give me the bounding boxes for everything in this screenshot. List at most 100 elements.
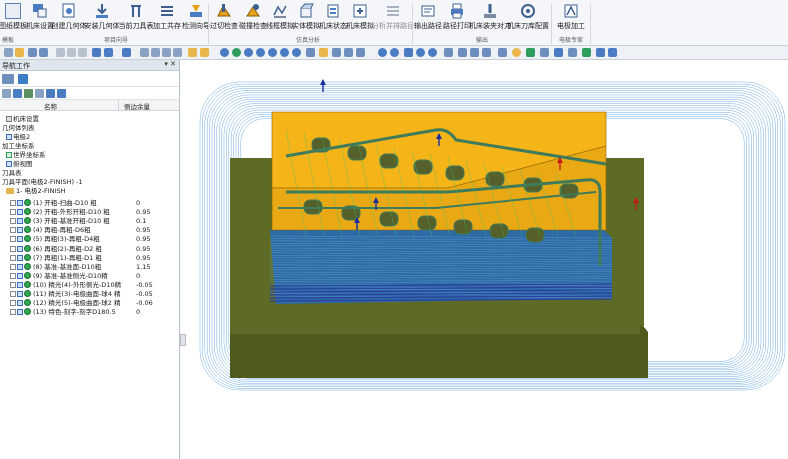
shade-icon[interactable] xyxy=(188,48,197,57)
section-icon[interactable] xyxy=(306,48,315,57)
operation-checkbox[interactable] xyxy=(10,309,16,316)
view-right-icon[interactable] xyxy=(162,48,171,57)
camera-icon[interactable] xyxy=(554,48,563,57)
paste-icon[interactable] xyxy=(78,48,87,57)
hide-icon[interactable] xyxy=(344,48,353,57)
tree-item[interactable]: 机床设置 xyxy=(6,115,39,124)
operation-row[interactable]: (7) 再粗(1)-再粗-D1 粗 xyxy=(10,253,102,263)
operation-row[interactable]: (3) 开粗-基准开粗-D10 粗 xyxy=(10,217,110,226)
render-icon[interactable] xyxy=(568,48,577,57)
light-icon[interactable] xyxy=(498,48,507,57)
operation-checkbox[interactable] xyxy=(10,209,16,216)
wire-icon[interactable] xyxy=(200,48,209,57)
tree-item[interactable]: 刀具表 xyxy=(2,169,22,178)
operation-row[interactable]: (5) 再粗(3)-再粗-D4粗 xyxy=(10,235,100,244)
sphere-icon[interactable] xyxy=(232,48,241,57)
pin-icon[interactable] xyxy=(540,48,549,57)
workplane-icon[interactable] xyxy=(470,48,479,57)
filter-op-icon[interactable] xyxy=(57,89,66,98)
filter-icon[interactable] xyxy=(104,48,113,57)
ribbon-fixture-align-button[interactable]: 机床装夹对刀 xyxy=(469,2,511,36)
ribbon-collision-check-button[interactable]: 碰撞检查 xyxy=(239,2,267,36)
tool-icon[interactable] xyxy=(24,89,33,98)
tree-icon[interactable] xyxy=(526,48,535,57)
tree-item[interactable]: 1- 电极2-FINISH xyxy=(6,187,65,196)
operation-checkbox[interactable] xyxy=(10,236,16,243)
ribbon-install-geometry-button[interactable]: 安装几何体 xyxy=(85,2,120,36)
ribbon-inspect-wizard-button[interactable]: 检测向导 xyxy=(182,2,210,36)
operation-row[interactable]: (10) 精光(4)-外形侧光-D10精 xyxy=(10,280,121,290)
ribbon-machining-coexist-button[interactable]: 加工共存 xyxy=(153,2,181,36)
copy-op-icon[interactable] xyxy=(35,89,44,98)
operation-row[interactable]: (6) 再粗(2)-再粗-D2 粗 xyxy=(10,244,102,254)
zoom-in-icon[interactable] xyxy=(280,48,289,57)
axis-icon[interactable] xyxy=(458,48,467,57)
toolpath-scene[interactable] xyxy=(186,60,788,459)
operation-checkbox[interactable] xyxy=(10,254,16,261)
view-iso-icon[interactable] xyxy=(173,48,182,57)
operation-checkbox[interactable] xyxy=(10,291,16,297)
operation-row[interactable]: (9) 基准-基准侧光-D10精 xyxy=(10,271,108,281)
back-icon[interactable] xyxy=(596,48,605,57)
tree-item[interactable]: 几何体列表 xyxy=(2,124,35,133)
ribbon-path-print-button[interactable]: 路径打印 xyxy=(443,2,471,36)
tree-item[interactable]: 刀具平面(电极2-FINISH) -1 xyxy=(2,178,83,187)
operation-row[interactable]: (2) 开粗-外形开粗-D10 粗 xyxy=(10,208,110,217)
3d-viewport[interactable] xyxy=(186,60,788,459)
ribbon-tool-magazine-button[interactable]: 机床刀库配置 xyxy=(507,2,549,36)
snap-icon[interactable] xyxy=(378,48,387,57)
operation-row[interactable]: (1) 开粗-扫曲-D10 粗 xyxy=(10,199,97,208)
zoom-fit-icon[interactable] xyxy=(244,48,253,57)
zoom-window-icon[interactable] xyxy=(256,48,265,57)
operation-row[interactable]: (4) 再粗-再粗-D6粗 xyxy=(10,226,91,235)
operation-checkbox[interactable] xyxy=(10,300,16,307)
operation-checkbox[interactable] xyxy=(10,200,16,206)
ribbon-tool-table-button[interactable]: 当前刀具表 xyxy=(119,2,154,36)
tools-icon[interactable] xyxy=(18,74,28,84)
check-icon[interactable] xyxy=(582,48,591,57)
navigator-close-button[interactable]: ▾ ✕ xyxy=(164,60,176,68)
zoom-all-icon[interactable] xyxy=(428,48,437,57)
pan-icon[interactable] xyxy=(268,48,277,57)
ribbon-wireframe-sim-button[interactable]: 线框模拟 xyxy=(266,2,294,36)
open-file-icon[interactable] xyxy=(15,48,24,57)
tree-item[interactable]: 加工坐标系 xyxy=(2,142,35,151)
select-icon[interactable] xyxy=(92,48,101,57)
operation-checkbox[interactable] xyxy=(10,281,16,288)
ribbon-create-geometry-button[interactable]: 创建几何体 xyxy=(52,2,87,36)
operation-icon[interactable] xyxy=(13,89,22,98)
point-icon[interactable] xyxy=(444,48,453,57)
measure-icon[interactable] xyxy=(319,48,328,57)
operation-checkbox[interactable] xyxy=(10,227,16,234)
column-name[interactable]: 名称 xyxy=(44,101,57,111)
tree-item[interactable]: 俯视图 xyxy=(6,160,33,169)
rotate-icon[interactable] xyxy=(220,48,229,57)
zoom-prev-icon[interactable] xyxy=(416,48,425,57)
ribbon-machine-state-button[interactable]: 机床状态 xyxy=(319,2,347,36)
operation-row[interactable]: (13) 特色-刻字-刻字D180.5 xyxy=(10,308,116,317)
ribbon-analyze-paths-button[interactable]: 分析并排路径 xyxy=(372,2,414,36)
tree-item[interactable]: 电极2 xyxy=(6,133,30,142)
show-icon[interactable] xyxy=(356,48,365,57)
ribbon-electrode-machining-button[interactable]: 电极加工 xyxy=(556,2,586,36)
forward-icon[interactable] xyxy=(608,48,617,57)
operation-checkbox[interactable] xyxy=(10,245,16,252)
redo-icon[interactable] xyxy=(39,48,48,57)
zoom-out-icon[interactable] xyxy=(292,48,301,57)
ribbon-output-path-button[interactable]: 输出路径 xyxy=(414,2,442,36)
grid-icon[interactable] xyxy=(404,48,413,57)
cube-view-icon[interactable] xyxy=(2,74,14,84)
column-divider[interactable] xyxy=(118,100,119,111)
view-top-icon[interactable] xyxy=(151,48,160,57)
orbit-icon[interactable] xyxy=(390,48,399,57)
column-stock[interactable]: 侧边余量 xyxy=(124,101,150,111)
operation-checkbox[interactable] xyxy=(10,272,16,279)
expand-icon[interactable] xyxy=(2,89,11,98)
tree-item[interactable]: 世界坐标系 xyxy=(6,151,46,160)
operation-row[interactable]: (12) 精光(5)-电极曲面-球2 精 xyxy=(10,299,121,308)
new-file-icon[interactable] xyxy=(4,48,13,57)
view-cube-icon[interactable] xyxy=(122,48,131,57)
origin-icon[interactable] xyxy=(482,48,491,57)
ribbon-machine-setup-button[interactable]: 机床设置 xyxy=(26,2,54,36)
operation-checkbox[interactable] xyxy=(10,263,16,270)
